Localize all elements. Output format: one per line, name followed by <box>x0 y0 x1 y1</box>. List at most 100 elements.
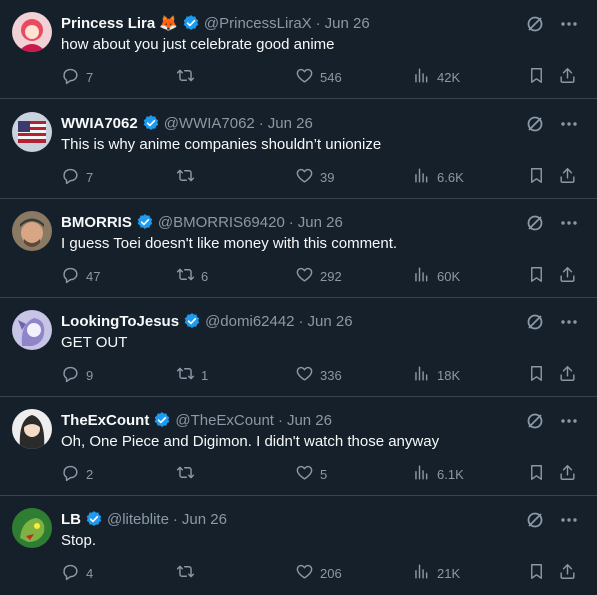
tweet[interactable]: BMORRIS @BMORRIS69420 · Jun 26 I guess T… <box>0 199 597 298</box>
handle[interactable]: @BMORRIS69420 <box>158 214 285 231</box>
bookmark-button[interactable] <box>527 66 546 88</box>
tweet[interactable]: LookingToJesus @domi62442 · Jun 26 GET O… <box>0 298 597 397</box>
bookmark-icon <box>527 265 546 287</box>
display-name[interactable]: TheExCount <box>61 412 149 429</box>
display-name[interactable]: LookingToJesus <box>61 313 179 330</box>
share-button[interactable] <box>558 562 577 584</box>
grok-icon[interactable] <box>525 14 545 34</box>
reply-button[interactable]: 7 <box>61 166 93 188</box>
more-icon[interactable] <box>559 14 579 34</box>
share-icon <box>558 562 577 584</box>
grok-icon[interactable] <box>525 312 545 332</box>
grok-icon[interactable] <box>525 114 545 134</box>
tweet[interactable]: LB @liteblite · Jun 26 Stop. 4 206 21K <box>0 496 597 595</box>
like-button[interactable]: 336 <box>295 364 342 386</box>
views-button[interactable]: 21K <box>412 562 460 584</box>
reply-button[interactable]: 4 <box>61 562 93 584</box>
more-icon[interactable] <box>559 411 579 431</box>
views-button[interactable]: 60K <box>412 265 460 287</box>
tweet-text: how about you just celebrate good anime <box>61 36 335 53</box>
share-icon <box>558 265 577 287</box>
tweet[interactable]: WWIA7062 @WWIA7062 · Jun 26 This is why … <box>0 100 597 199</box>
avatar[interactable] <box>12 211 52 251</box>
views-count: 42K <box>437 69 461 85</box>
timestamp[interactable]: Jun 26 <box>182 511 227 528</box>
more-icon[interactable] <box>559 213 579 233</box>
avatar[interactable] <box>12 310 52 350</box>
display-name[interactable]: LB <box>61 511 81 528</box>
handle[interactable]: @TheExCount <box>175 412 274 429</box>
share-button[interactable] <box>558 66 577 88</box>
avatar[interactable] <box>12 112 52 152</box>
grok-icon[interactable] <box>525 213 545 233</box>
reply-button[interactable]: 2 <box>61 463 93 485</box>
timestamp[interactable]: Jun 26 <box>287 412 332 429</box>
timestamp[interactable]: Jun 26 <box>308 313 353 330</box>
timestamp[interactable]: Jun 26 <box>268 115 313 132</box>
display-name[interactable]: BMORRIS <box>61 214 132 231</box>
avatar[interactable] <box>12 508 52 548</box>
tweet-text: Stop. <box>61 532 97 549</box>
handle[interactable]: @WWIA7062 <box>164 115 255 132</box>
views-button[interactable]: 42K <box>412 66 460 88</box>
views-button[interactable]: 6.6K <box>412 166 464 188</box>
views-button[interactable]: 6.1K <box>412 463 464 485</box>
heart-icon <box>295 463 320 485</box>
timestamp[interactable]: Jun 26 <box>325 15 370 32</box>
reply-button[interactable]: 9 <box>61 364 93 386</box>
timestamp[interactable]: Jun 26 <box>298 214 343 231</box>
bookmark-button[interactable] <box>527 265 546 287</box>
retweet-button[interactable] <box>176 562 201 584</box>
tweet[interactable]: TheExCount @TheExCount · Jun 26 Oh, One … <box>0 397 597 496</box>
bookmark-button[interactable] <box>527 463 546 485</box>
handle[interactable]: @domi62442 <box>205 313 294 330</box>
bookmark-button[interactable] <box>527 562 546 584</box>
like-count: 546 <box>320 69 342 85</box>
share-button[interactable] <box>558 166 577 188</box>
retweet-icon <box>176 463 201 485</box>
separator-dot: · <box>277 411 283 429</box>
views-icon <box>412 364 437 386</box>
tweet[interactable]: Princess Lira 🦊 @PrincessLiraX · Jun 26 … <box>0 0 597 99</box>
retweet-button[interactable] <box>176 166 201 188</box>
display-name[interactable]: Princess Lira <box>61 15 155 32</box>
more-icon[interactable] <box>559 312 579 332</box>
avatar[interactable] <box>12 409 52 449</box>
bookmark-icon <box>527 364 546 386</box>
tweet-text: This is why anime companies shouldn’t un… <box>61 136 382 153</box>
like-button[interactable]: 292 <box>295 265 342 287</box>
retweet-button[interactable] <box>176 463 201 485</box>
like-button[interactable]: 39 <box>295 166 334 188</box>
more-icon[interactable] <box>559 510 579 530</box>
like-button[interactable]: 206 <box>295 562 342 584</box>
more-icon[interactable] <box>559 114 579 134</box>
grok-icon[interactable] <box>525 510 545 530</box>
like-button[interactable]: 5 <box>295 463 327 485</box>
heart-icon <box>295 265 320 287</box>
grok-icon[interactable] <box>525 411 545 431</box>
share-button[interactable] <box>558 364 577 386</box>
reply-count: 2 <box>86 466 94 482</box>
views-icon <box>412 166 437 188</box>
handle[interactable]: @liteblite <box>107 511 169 528</box>
like-count: 5 <box>320 466 328 482</box>
avatar[interactable] <box>12 12 52 52</box>
retweet-button[interactable] <box>176 66 201 88</box>
share-button[interactable] <box>558 463 577 485</box>
retweet-icon <box>176 562 201 584</box>
retweet-button[interactable]: 1 <box>176 364 208 386</box>
reply-button[interactable]: 7 <box>61 66 93 88</box>
display-name[interactable]: WWIA7062 <box>61 115 138 132</box>
share-icon <box>558 463 577 485</box>
verified-icon <box>182 14 200 32</box>
retweet-icon <box>176 265 201 287</box>
bookmark-button[interactable] <box>527 364 546 386</box>
handle[interactable]: @PrincessLiraX <box>204 15 312 32</box>
bookmark-button[interactable] <box>527 166 546 188</box>
like-button[interactable]: 546 <box>295 66 342 88</box>
retweet-button[interactable]: 6 <box>176 265 208 287</box>
reply-button[interactable]: 47 <box>61 265 100 287</box>
share-button[interactable] <box>558 265 577 287</box>
views-button[interactable]: 18K <box>412 364 460 386</box>
reply-count: 4 <box>86 565 94 581</box>
